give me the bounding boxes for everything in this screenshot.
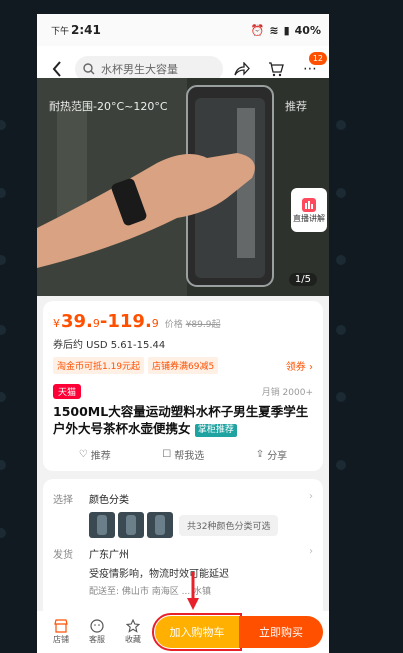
chevron-right-icon: › (309, 546, 313, 557)
price-low-dec: 9 (92, 317, 100, 330)
favorite-button[interactable]: 收藏 (115, 619, 151, 645)
logistics-notice: 受疫情影响，物流时效可能延迟 (89, 569, 229, 580)
ship-row[interactable]: 发货 广东广州 受疫情影响，物流时效可能延迟 配送至: 佛山市 南海区 ... … (53, 546, 313, 597)
share-button[interactable] (231, 58, 253, 80)
share-icon (234, 62, 250, 76)
currency: ¥ (53, 317, 60, 330)
wifi-icon: ≋ (269, 23, 279, 37)
live-icon (302, 197, 316, 212)
chat-icon: ☐ (162, 449, 172, 460)
color-thumbs: 共32种颜色分类可选 (89, 512, 309, 538)
share-text-button[interactable]: ⇪ 分享 (256, 447, 287, 462)
price-high-dec: 9 (151, 317, 159, 330)
coupon-coins[interactable]: 淘金币可抵1.19元起 (53, 357, 145, 374)
color-thumb[interactable] (147, 512, 173, 538)
original-price: 价格 ¥89.9起 (164, 320, 221, 330)
cart-badge: 12 (308, 52, 327, 65)
bottom-bar: 店铺 客服 收藏 加入购物车 立即购买 (37, 611, 329, 653)
back-button[interactable] (47, 59, 67, 79)
help-choose-button[interactable]: ☐ 帮我选 (162, 447, 204, 462)
color-thumb[interactable] (118, 512, 144, 538)
cart-icon (269, 61, 284, 76)
action-row: ♡ 推荐 ☐ 帮我选 ⇪ 分享 (53, 447, 313, 462)
tmall-badge: 天猫 (53, 384, 82, 399)
service-button[interactable]: 客服 (79, 619, 115, 645)
ship-label: 发货 (53, 550, 73, 561)
price-sep: - (99, 311, 108, 332)
cart-button[interactable] (265, 58, 287, 80)
annotation-arrow-icon (187, 572, 199, 610)
add-to-cart-button[interactable]: 加入购物车 (152, 613, 242, 651)
heart-icon: ♡ (78, 449, 88, 460)
price-card: ¥ 39. 9 - 119. 9 价格 ¥89.9起 券后约 USD 5.61-… (43, 301, 323, 471)
price-row: ¥ 39. 9 - 119. 9 价格 ¥89.9起 (53, 311, 313, 332)
monthly-sales: 月销 2000+ (261, 388, 313, 398)
ship-to: 配送至: 佛山市 南海区 ... 水镇 (89, 587, 212, 597)
chevron-right-icon: › (309, 491, 313, 502)
status-time: 下午 2:41 (51, 23, 101, 37)
search-placeholder: 水杯男生大容量 (101, 63, 178, 76)
service-icon (90, 619, 104, 633)
select-label: 选择 (53, 495, 73, 506)
price-low: 39. (61, 311, 93, 332)
live-label: 直播讲解 (293, 213, 325, 223)
signal-icon: ▮ (283, 23, 290, 37)
buy-now-button[interactable]: 立即购买 (239, 616, 323, 648)
store-icon (54, 619, 68, 633)
tab-recommend[interactable]: 推荐 (285, 98, 307, 114)
phone-screen: 下午 2:41 ⏰ ≋ ▮ 40% 水杯男生大容量 ⋯ 12 耐热范围-20°C… (37, 14, 329, 653)
select-value: 颜色分类 (89, 495, 129, 506)
title-tag[interactable]: 掌柜推荐 (194, 424, 237, 437)
alarm-icon: ⏰ (250, 23, 265, 37)
battery-level: 40% (294, 23, 321, 37)
product-title: 1500ML大容量运动塑料水杯子男生夏季学生户外大号茶杯水壶便携女 掌柜推荐 (53, 404, 309, 437)
store-button[interactable]: 店铺 (43, 619, 79, 645)
detail-card: 选择 颜色分类 共32种颜色分类可选 › 发货 广东广州 受疫情影响，物流时效可… (43, 479, 323, 629)
status-bar: 下午 2:41 ⏰ ≋ ▮ 40% (37, 14, 329, 46)
status-right: ⏰ ≋ ▮ 40% (251, 24, 321, 37)
share-small-icon: ⇪ (255, 449, 265, 460)
coupon-store[interactable]: 店铺券满69减5 (148, 357, 219, 374)
product-image[interactable]: 耐热范围-20°C~120°C 推荐 直播讲解 1/5 (37, 78, 329, 296)
overlay-text: 耐热范围-20°C~120°C (49, 100, 168, 113)
tmall-row: 天猫 月销 2000+ (53, 384, 313, 399)
image-counter: 1/5 (288, 273, 317, 286)
more-colors[interactable]: 共32种颜色分类可选 (179, 514, 279, 536)
get-coupon-link[interactable]: 领券 › (286, 358, 313, 373)
recommend-button[interactable]: ♡ 推荐 (79, 447, 111, 462)
after-coupon-price: 券后约 USD 5.61-15.44 (53, 340, 166, 351)
ship-value: 广东广州 (89, 550, 129, 561)
more-button[interactable]: ⋯ 12 (299, 52, 327, 80)
live-button[interactable]: 直播讲解 (291, 188, 327, 232)
price-high: 119. (107, 311, 152, 332)
star-icon (126, 619, 140, 633)
coupon-row: 淘金币可抵1.19元起 店铺券满69减5 领券 › (53, 357, 313, 374)
color-thumb[interactable] (89, 512, 115, 538)
select-row[interactable]: 选择 颜色分类 共32种颜色分类可选 › (53, 491, 313, 538)
search-icon (83, 63, 95, 75)
chevron-left-icon (52, 61, 61, 77)
